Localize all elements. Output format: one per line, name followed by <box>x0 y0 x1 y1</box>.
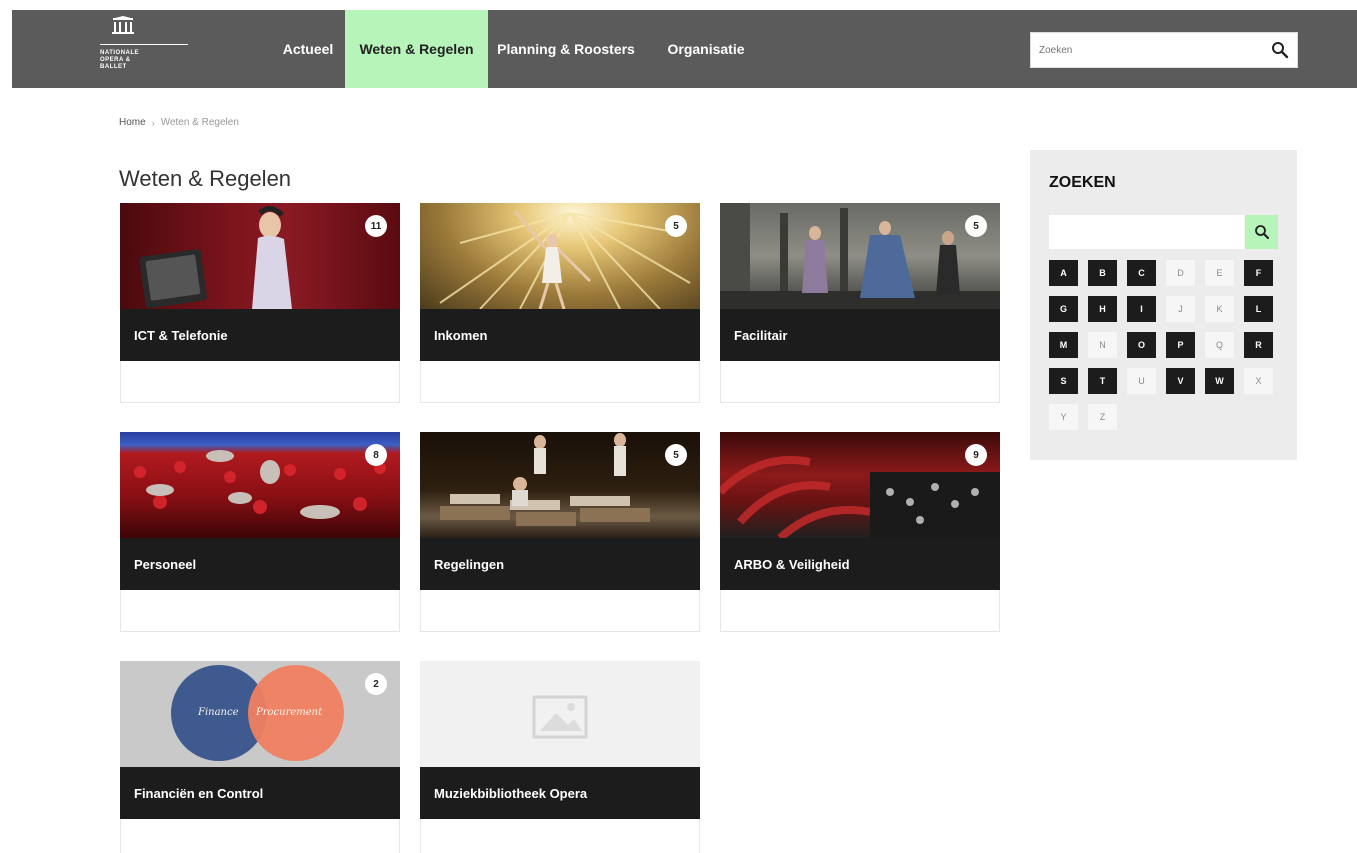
image-placeholder-icon <box>532 695 588 739</box>
letter-filter-h[interactable]: H <box>1088 296 1117 322</box>
logo[interactable]: NATIONALE OPERA & BALLET <box>100 16 190 86</box>
card-title: Facilitair <box>720 309 1000 361</box>
card-count-badge: 5 <box>965 215 987 237</box>
breadcrumb-home[interactable]: Home <box>119 117 146 128</box>
breadcrumb-separator: › <box>151 117 155 128</box>
card-count-badge: 8 <box>365 444 387 466</box>
card-title: ICT & Telefonie <box>120 309 400 361</box>
top-navigation-bar: NATIONALE OPERA & BALLET Actueel Weten &… <box>12 10 1357 88</box>
letter-filter-z: Z <box>1088 404 1117 430</box>
venn-label-procurement: Procurement <box>256 707 323 718</box>
category-card-financien[interactable]: Finance Procurement Financiën en Control… <box>120 661 400 853</box>
breadcrumb: Home › Weten & Regelen <box>119 117 239 128</box>
category-card-muziekbibliotheek[interactable]: Muziekbibliotheek Opera <box>420 661 700 853</box>
card-image <box>420 203 700 309</box>
card-image: Finance Procurement <box>120 661 400 767</box>
card-count-badge: 11 <box>365 215 387 237</box>
letter-filter-w[interactable]: W <box>1205 368 1234 394</box>
sidebar-title: ZOEKEN <box>1049 174 1116 191</box>
nav-item-actueel[interactable]: Actueel <box>274 10 342 88</box>
letter-filter-y: Y <box>1049 404 1078 430</box>
letter-filter-s[interactable]: S <box>1049 368 1078 394</box>
letter-filter-e: E <box>1205 260 1234 286</box>
card-image <box>120 203 400 309</box>
card-title: Muziekbibliotheek Opera <box>420 767 700 819</box>
card-title: Financiën en Control <box>120 767 400 819</box>
letter-filter-n: N <box>1088 332 1117 358</box>
letter-filter-l[interactable]: L <box>1244 296 1273 322</box>
letter-filter-k: K <box>1205 296 1234 322</box>
letter-filter-j: J <box>1166 296 1195 322</box>
letter-filter-c[interactable]: C <box>1127 260 1156 286</box>
letter-filter-b[interactable]: B <box>1088 260 1117 286</box>
card-title: Inkomen <box>420 309 700 361</box>
nav-item-planning-roosters[interactable]: Planning & Roosters <box>490 10 642 88</box>
card-title: Regelingen <box>420 538 700 590</box>
letter-filter-r[interactable]: R <box>1244 332 1273 358</box>
letter-filter-p[interactable]: P <box>1166 332 1195 358</box>
card-image <box>120 432 400 538</box>
letter-filter-t[interactable]: T <box>1088 368 1117 394</box>
card-count-badge: 2 <box>365 673 387 695</box>
card-image <box>420 432 700 538</box>
venn-label-finance: Finance <box>198 707 239 718</box>
card-image <box>720 432 1000 538</box>
sidebar-search-input[interactable] <box>1049 215 1245 249</box>
letter-filter-o[interactable]: O <box>1127 332 1156 358</box>
search-input[interactable] <box>1031 33 1261 67</box>
nav-item-organisatie[interactable]: Organisatie <box>654 10 758 88</box>
search-icon[interactable] <box>1271 41 1289 59</box>
sidebar-search-panel: ZOEKEN ABCDEF GHIJKL MNOPQR STUVWX YZ <box>1030 150 1297 460</box>
alphabet-filter: ABCDEF GHIJKL MNOPQR STUVWX YZ <box>1049 260 1281 430</box>
category-card-facilitair[interactable]: Facilitair 5 <box>720 203 1000 403</box>
letter-filter-x: X <box>1244 368 1273 394</box>
building-icon <box>110 16 136 43</box>
letter-filter-q: Q <box>1205 332 1234 358</box>
letter-filter-d: D <box>1166 260 1195 286</box>
category-card-personeel[interactable]: Personeel 8 <box>120 432 400 632</box>
card-image-placeholder <box>420 661 700 767</box>
nav-item-weten-regelen[interactable]: Weten & Regelen <box>345 10 488 88</box>
letter-filter-u: U <box>1127 368 1156 394</box>
category-card-inkomen[interactable]: Inkomen 5 <box>420 203 700 403</box>
card-title: ARBO & Veiligheid <box>720 538 1000 590</box>
card-count-badge: 9 <box>965 444 987 466</box>
letter-filter-v[interactable]: V <box>1166 368 1195 394</box>
letter-filter-f[interactable]: F <box>1244 260 1273 286</box>
search-icon <box>1254 225 1269 240</box>
card-title: Personeel <box>120 538 400 590</box>
letter-filter-i[interactable]: I <box>1127 296 1156 322</box>
logo-text: NATIONALE OPERA & BALLET <box>100 50 140 70</box>
page-title: Weten & Regelen <box>119 166 292 191</box>
letter-filter-m[interactable]: M <box>1049 332 1078 358</box>
letter-filter-g[interactable]: G <box>1049 296 1078 322</box>
category-card-regelingen[interactable]: Regelingen 5 <box>420 432 700 632</box>
card-image <box>720 203 1000 309</box>
category-card-ict[interactable]: ICT & Telefonie 11 <box>120 203 400 403</box>
breadcrumb-current: Weten & Regelen <box>160 117 239 128</box>
header-search <box>1030 32 1298 68</box>
sidebar-search-button[interactable] <box>1245 215 1278 249</box>
card-count-badge: 5 <box>665 215 687 237</box>
logo-divider <box>100 44 188 45</box>
letter-filter-a[interactable]: A <box>1049 260 1078 286</box>
category-card-arbo[interactable]: ARBO & Veiligheid 9 <box>720 432 1000 632</box>
card-count-badge: 5 <box>665 444 687 466</box>
